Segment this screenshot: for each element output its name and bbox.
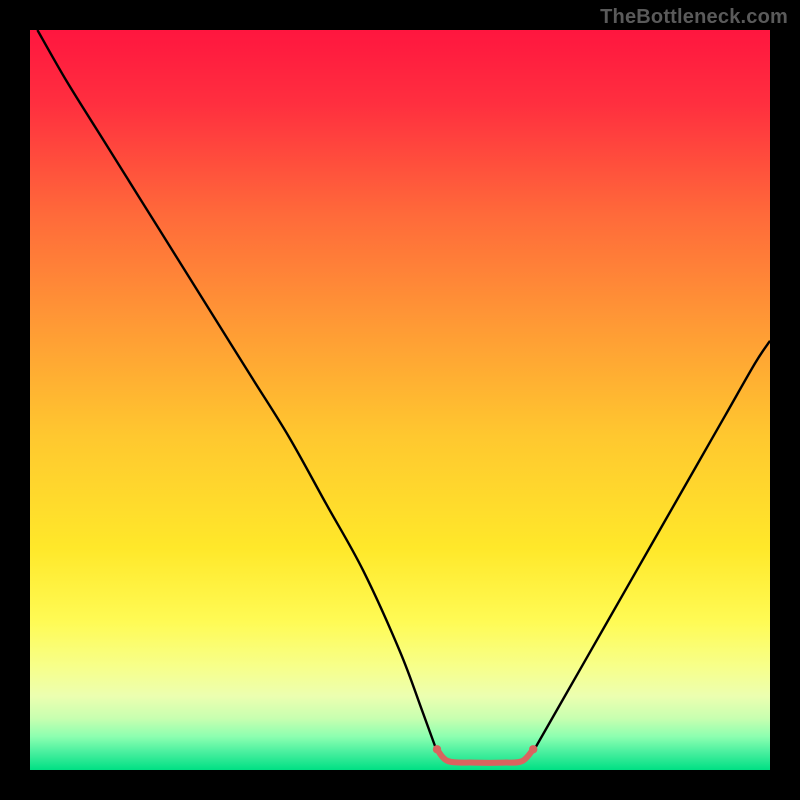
chart-svg xyxy=(30,30,770,770)
highlight-dot xyxy=(433,745,441,753)
watermark-text: TheBottleneck.com xyxy=(600,6,788,29)
chart-container: TheBottleneck.com xyxy=(0,0,800,800)
chart-background xyxy=(30,30,770,770)
plot-area xyxy=(30,30,770,770)
highlight-dot xyxy=(529,745,537,753)
